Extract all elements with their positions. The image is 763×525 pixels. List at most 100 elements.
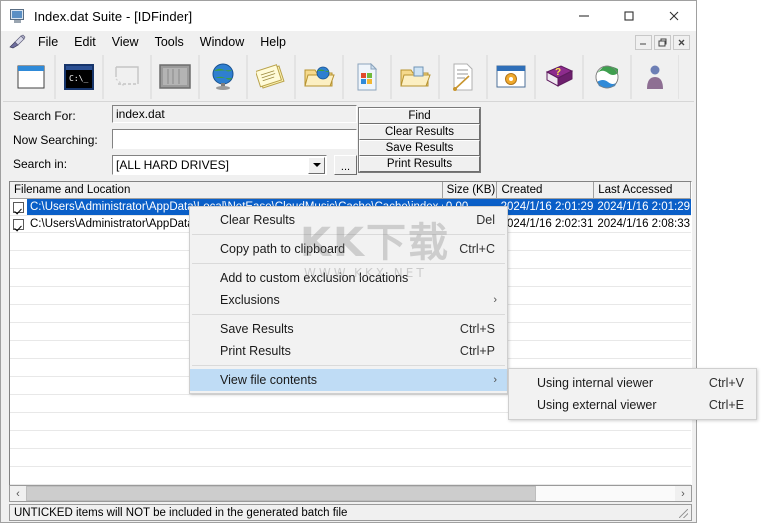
menu-separator [192, 365, 505, 366]
menu-file[interactable]: File [30, 33, 66, 51]
menu-item-copy-path[interactable]: Copy path to clipboard Ctrl+C [190, 238, 507, 260]
menu-item-label: Save Results [220, 322, 294, 336]
cell-created: 2024/1/16 2:01:29 [497, 199, 595, 215]
menu-item-add-exclusion-location[interactable]: Add to custom exclusion locations [190, 267, 507, 289]
action-button-group: Find Clear Results Save Results Print Re… [358, 107, 481, 173]
menu-item-label: View file contents [220, 373, 318, 387]
submenu-item-accel: Ctrl+V [708, 376, 744, 390]
submenu-item-label: Using external viewer [537, 398, 657, 412]
menu-help[interactable]: Help [252, 33, 294, 51]
column-header-filename[interactable]: Filename and Location [10, 182, 443, 199]
context-submenu-view-file-contents: Using internal viewer Ctrl+V Using exter… [508, 368, 757, 420]
context-menu: Clear Results Del Copy path to clipboard… [189, 206, 508, 394]
toolbar: C:\_ ? [1, 53, 696, 101]
list-empty-row [10, 467, 691, 485]
mdi-close-button[interactable] [673, 34, 690, 50]
document-pen-icon[interactable] [439, 55, 487, 99]
print-results-button[interactable]: Print Results [359, 156, 480, 172]
list-empty-row [10, 449, 691, 467]
close-button[interactable] [651, 1, 696, 31]
chevron-down-icon[interactable] [308, 156, 325, 174]
folder-globe-icon[interactable] [295, 55, 343, 99]
menu-item-exclusions[interactable]: Exclusions › [190, 289, 507, 311]
search-for-input[interactable]: index.dat [112, 105, 357, 123]
submenu-item-label: Using internal viewer [537, 376, 654, 390]
windows-file-icon[interactable] [343, 55, 391, 99]
help-book-icon[interactable]: ? [535, 55, 583, 99]
submenu-item-external-viewer[interactable]: Using external viewer Ctrl+E [509, 394, 756, 416]
menu-view[interactable]: View [104, 33, 147, 51]
scroll-left-arrow-icon[interactable]: ‹ [10, 486, 26, 501]
row-checkbox[interactable] [10, 218, 27, 230]
svg-text:C:\_: C:\_ [69, 74, 88, 83]
notes-icon[interactable] [247, 55, 295, 99]
find-button[interactable]: Find [359, 108, 480, 124]
now-searching-label: Now Searching: [13, 133, 98, 147]
cell-accessed: 2024/1/16 2:08:33 [594, 216, 691, 232]
person-icon[interactable] [631, 55, 679, 99]
menu-item-label: Add to custom exclusion locations [220, 271, 409, 285]
cell-created: 2024/1/16 2:02:31 [497, 216, 595, 232]
menu-item-accel: Ctrl+C [459, 242, 495, 256]
menu-item-label: Clear Results [220, 213, 296, 227]
new-window-icon[interactable] [7, 55, 55, 99]
settings-window-icon[interactable] [487, 55, 535, 99]
chevron-right-icon: › [493, 374, 497, 386]
resize-grip-icon[interactable] [677, 507, 689, 519]
command-prompt-icon[interactable]: C:\_ [55, 55, 103, 99]
menu-window[interactable]: Window [192, 33, 252, 51]
menu-item-label: Print Results [220, 344, 291, 358]
maximize-button[interactable] [606, 1, 651, 31]
grey-monitor-icon[interactable] [151, 55, 199, 99]
mdi-restore-button[interactable] [654, 34, 671, 50]
mdi-child-controls [633, 34, 690, 50]
save-results-button[interactable]: Save Results [359, 140, 480, 156]
title-bar: Index.dat Suite - [IDFinder] [1, 1, 696, 31]
list-empty-row [10, 431, 691, 449]
menu-separator [192, 263, 505, 264]
mdi-minimize-button[interactable] [635, 34, 652, 50]
search-in-value: [ALL HARD DRIVES] [116, 158, 229, 172]
window-controls [561, 1, 696, 31]
menu-item-save-results[interactable]: Save Results Ctrl+S [190, 318, 507, 340]
row-checkbox[interactable] [10, 201, 27, 213]
cell-accessed: 2024/1/16 2:01:29 [594, 199, 691, 215]
submenu-item-internal-viewer[interactable]: Using internal viewer Ctrl+V [509, 372, 756, 394]
menu-separator [192, 314, 505, 315]
window-title: Index.dat Suite - [IDFinder] [34, 8, 193, 24]
menu-item-accel: Ctrl+P [459, 344, 495, 358]
scroll-right-arrow-icon[interactable]: › [675, 486, 691, 501]
horizontal-scrollbar[interactable]: ‹ › [9, 485, 692, 502]
now-searching-input[interactable] [112, 129, 357, 149]
menu-item-accel: Ctrl+S [459, 322, 495, 336]
menu-item-label: Copy path to clipboard [220, 242, 346, 256]
menu-separator [192, 234, 505, 235]
clear-results-button[interactable]: Clear Results [359, 124, 480, 140]
status-bar: UNTICKED items will NOT be included in t… [9, 504, 692, 521]
open-folder-icon[interactable] [391, 55, 439, 99]
column-header-size[interactable]: Size (KB) [442, 182, 498, 199]
scrollbar-thumb[interactable] [26, 486, 536, 501]
search-in-combo[interactable]: [ALL HARD DRIVES] [112, 155, 327, 175]
menu-item-accel: Del [476, 213, 495, 227]
chevron-right-icon: › [493, 294, 497, 306]
menu-item-view-file-contents[interactable]: View file contents › [190, 369, 507, 391]
menu-tools[interactable]: Tools [147, 33, 192, 51]
menu-item-clear-results[interactable]: Clear Results Del [190, 209, 507, 231]
menu-edit[interactable]: Edit [66, 33, 104, 51]
dashed-window-icon[interactable] [103, 55, 151, 99]
browse-button[interactable]: ... [334, 155, 357, 175]
menu-bar: File Edit View Tools Window Help [1, 31, 696, 53]
menu-item-label: Exclusions [220, 293, 280, 307]
column-header-accessed[interactable]: Last Accessed [594, 182, 692, 199]
minimize-button[interactable] [561, 1, 606, 31]
search-in-label: Search in: [13, 157, 68, 171]
menu-item-print-results[interactable]: Print Results Ctrl+P [190, 340, 507, 362]
monitor-icon [10, 8, 26, 24]
submenu-item-accel: Ctrl+E [708, 398, 744, 412]
globe-icon[interactable] [199, 55, 247, 99]
earth-icon[interactable] [583, 55, 631, 99]
status-text: UNTICKED items will NOT be included in t… [14, 506, 348, 519]
column-header-created[interactable]: Created [497, 182, 595, 199]
scrollbar-track[interactable] [536, 486, 675, 501]
